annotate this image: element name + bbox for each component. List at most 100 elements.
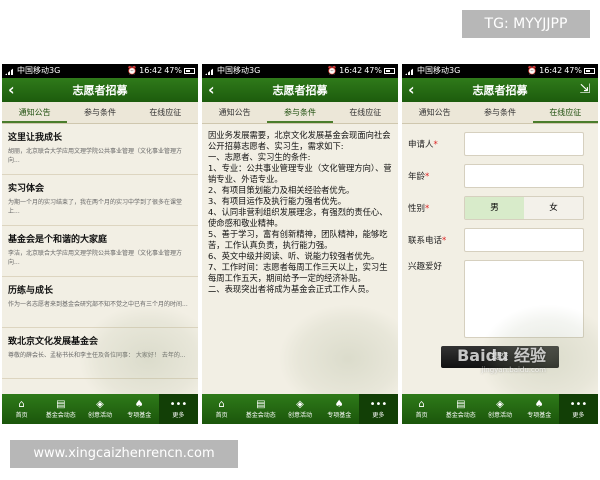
news-title: 基金会是个和谐的大家庭 — [8, 235, 108, 245]
tab-conditions[interactable]: 参与条件 — [67, 102, 132, 123]
carrier-label: 中国移动3G — [217, 66, 261, 75]
tab-conditions[interactable]: 参与条件 — [467, 102, 532, 123]
nav-more[interactable]: ••• 更多 — [158, 394, 198, 424]
tab-apply[interactable]: 在线应征 — [133, 102, 198, 123]
nav-activity[interactable]: ◈ 创意活动 — [480, 394, 519, 424]
article-line: 7、工作时间：志愿者每周工作三天以上，实习生每周工作五天，期间给予一定的经济补贴… — [208, 262, 388, 283]
back-arrow-icon[interactable]: ‹ — [208, 81, 215, 99]
nav-home[interactable]: ⌂ 首页 — [202, 394, 241, 424]
age-label: 年龄* — [408, 172, 430, 182]
status-bar: 中国移动3G ⏰ 16:42 47% — [2, 64, 198, 78]
article-line: 二、表现突出者将成为基金会正式工作人员。 — [208, 284, 374, 294]
battery-label: 47% — [364, 66, 382, 75]
hobby-label: 兴趣爱好 — [408, 262, 443, 272]
status-bar: 中国移动3G ⏰ 16:42 47% — [202, 64, 398, 78]
back-arrow-icon[interactable]: ‹ — [408, 81, 415, 99]
back-arrow-icon[interactable]: ‹ — [8, 81, 15, 99]
more-icon: ••• — [369, 398, 388, 410]
more-icon: ••• — [569, 398, 588, 410]
article-line: 5、善于学习，富有创新精神，团队精神，能够吃苦，工作认真负责，执行能力强。 — [208, 229, 388, 250]
nav-activity[interactable]: ◈ 创意活动 — [80, 394, 119, 424]
signal-icon — [205, 67, 215, 75]
bottom-nav: ⌂ 首页 ▤ 基金会动态 ◈ 创意活动 ♠ 专项基金 ••• 更多 — [2, 394, 198, 424]
age-input[interactable] — [464, 164, 584, 188]
applicant-label: 申请人* — [408, 140, 438, 150]
tab-bar: 通知公告 参与条件 在线应征 — [2, 102, 198, 124]
phone-label: 联系电话* — [408, 236, 447, 246]
battery-icon — [184, 68, 195, 74]
battery-icon — [584, 68, 595, 74]
screenshot-page: 中国移动3G ⏰ 16:42 47% ‹ 志愿者招募 通知公告 参与条件 在线应… — [0, 0, 600, 480]
phone-apply: 中国移动3G ⏰ 16:42 47% ‹ 志愿者招募 ⇲ 通知公告 参与条件 在… — [402, 64, 598, 424]
tg-watermark: TG: MYYJJPP — [462, 10, 590, 38]
apply-form: 申请人* 年龄* 性别* 男 女 联系电话* 兴趣爱好 — [402, 124, 598, 394]
applicant-input[interactable] — [464, 132, 584, 156]
nav-fund[interactable]: ♠ 专项基金 — [520, 394, 559, 424]
activity-icon: ◈ — [296, 398, 304, 410]
thumb-icon: ♠ — [134, 398, 144, 410]
news-title: 这里让我成长 — [8, 133, 63, 143]
title-bar: ‹ 志愿者招募 — [2, 78, 198, 102]
gender-toggle: 男 女 — [464, 196, 584, 220]
tab-bar: 通知公告 参与条件 在线应征 — [202, 102, 398, 124]
list-item[interactable]: 这里让我成长 胡丽，北京联合大学应用文理学院公共事业管理（文化事业管理方向... — [2, 124, 198, 175]
phone-input[interactable] — [464, 228, 584, 252]
nav-home[interactable]: ⌂ 首页 — [402, 394, 441, 424]
carrier-label: 中国移动3G — [417, 66, 461, 75]
news-desc: 为期一个月的实习结束了，我在两个月的实习中学到了很多在课堂上... — [8, 199, 183, 215]
gender-male-option[interactable]: 男 — [465, 197, 524, 219]
tab-conditions[interactable]: 参与条件 — [267, 102, 333, 123]
page-title: 志愿者招募 — [72, 84, 128, 97]
article-line: 6、英文中级并阅读、听、说能力较强者优先。 — [208, 251, 380, 261]
nav-news[interactable]: ▤ 基金会动态 — [241, 394, 280, 424]
gender-label: 性别* — [408, 204, 430, 214]
home-icon: ⌂ — [218, 398, 225, 410]
time-label: 16:42 — [339, 66, 363, 75]
battery-label: 47% — [564, 66, 582, 75]
activity-icon: ◈ — [496, 398, 504, 410]
nav-more[interactable]: ••• 更多 — [558, 394, 598, 424]
article-line: 3、有项目运作及执行能力强者优先。 — [208, 196, 347, 206]
list-item[interactable]: 基金会是个和谐的大家庭 李洁，北京联合大学应用文理学院公共事业管理（文化事业管理… — [2, 226, 198, 277]
news-desc: 李洁，北京联合大学应用文理学院公共事业管理（文化事业管理方向... — [8, 250, 183, 266]
gender-female-option[interactable]: 女 — [524, 197, 583, 219]
tab-notice[interactable]: 通知公告 — [2, 102, 68, 123]
site-watermark: www.xingcaizhenrencn.com — [10, 440, 238, 468]
news-icon: ▤ — [256, 398, 266, 410]
tab-notice[interactable]: 通知公告 — [202, 102, 267, 123]
article-line: 4、认同非营利组织发展理念，有强烈的责任心、使命感和敬业精神。 — [208, 207, 388, 228]
news-title: 历练与成长 — [8, 286, 54, 296]
thumb-icon: ♠ — [534, 398, 544, 410]
age-row: 年龄* — [408, 164, 592, 188]
tab-bar: 通知公告 参与条件 在线应征 — [402, 102, 598, 124]
list-item[interactable]: 实习体会 为期一个月的实习结束了，我在两个月的实习中学到了很多在课堂上... — [2, 175, 198, 226]
share-icon[interactable]: ⇲ — [578, 82, 592, 98]
nav-news[interactable]: ▤ 基金会动态 — [441, 394, 480, 424]
news-title: 实习体会 — [8, 184, 45, 194]
nav-more[interactable]: ••• 更多 — [358, 394, 398, 424]
signal-icon — [405, 67, 415, 75]
nav-activity[interactable]: ◈ 创意活动 — [280, 394, 319, 424]
nav-fund[interactable]: ♠ 专项基金 — [120, 394, 159, 424]
lotus-background — [278, 304, 398, 394]
gender-row: 性别* 男 女 — [408, 196, 592, 220]
news-icon: ▤ — [456, 398, 466, 410]
tab-notice[interactable]: 通知公告 — [402, 102, 467, 123]
news-desc: 胡丽，北京联合大学应用文理学院公共事业管理（文化事业管理方向... — [8, 148, 183, 164]
conditions-article: 因业务发展需要，北京文化发展基金会现面向社会公开招募志愿者、实习生，需求如下: … — [202, 124, 398, 394]
activity-icon: ◈ — [96, 398, 104, 410]
alarm-icon: ⏰ — [127, 66, 138, 75]
article-line: 2、有项目策划能力及相关经验者优先。 — [208, 185, 355, 195]
nav-news[interactable]: ▤ 基金会动态 — [41, 394, 80, 424]
nav-home[interactable]: ⌂ 首页 — [2, 394, 41, 424]
nav-fund[interactable]: ♠ 专项基金 — [320, 394, 359, 424]
news-list: 这里让我成长 胡丽，北京联合大学应用文理学院公共事业管理（文化事业管理方向...… — [2, 124, 198, 394]
phone-notice: 中国移动3G ⏰ 16:42 47% ‹ 志愿者招募 通知公告 参与条件 在线应… — [2, 64, 198, 424]
tab-apply[interactable]: 在线应征 — [333, 102, 398, 123]
carrier-label: 中国移动3G — [17, 66, 61, 75]
bottom-nav: ⌂ 首页 ▤ 基金会动态 ◈ 创意活动 ♠ 专项基金 ••• 更多 — [202, 394, 398, 424]
tab-apply[interactable]: 在线应征 — [532, 102, 598, 123]
battery-icon — [384, 68, 395, 74]
signal-icon — [5, 67, 15, 75]
page-title: 志愿者招募 — [472, 84, 528, 97]
